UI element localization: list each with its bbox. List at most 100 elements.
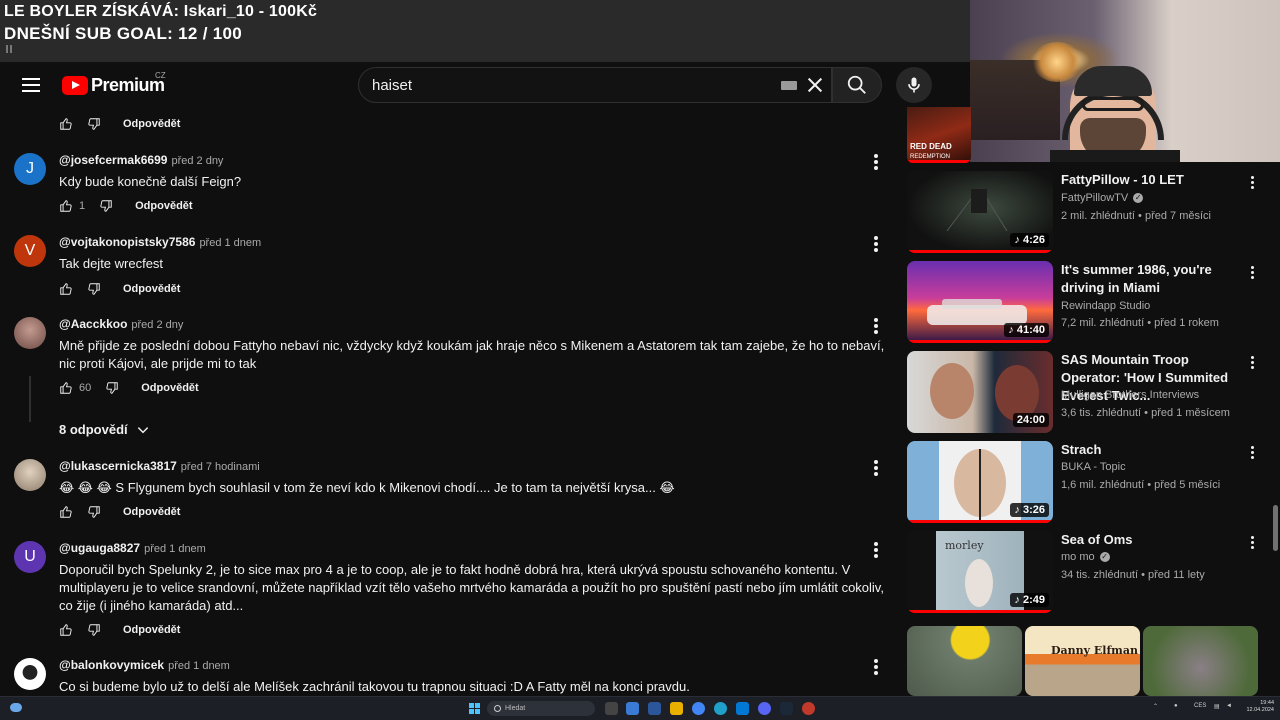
avatar[interactable]: J bbox=[14, 153, 46, 185]
video-thumbnail[interactable]: ♪ 3:26 bbox=[907, 441, 1053, 523]
clear-search-icon[interactable] bbox=[806, 76, 824, 94]
more-actions-icon[interactable] bbox=[873, 153, 879, 171]
discord-icon[interactable] bbox=[758, 702, 771, 715]
avatar[interactable] bbox=[14, 658, 46, 690]
more-actions-icon[interactable] bbox=[873, 658, 879, 676]
avatar[interactable]: U bbox=[14, 541, 46, 573]
video-thumbnail[interactable]: RED DEAD REDEMPTION bbox=[907, 107, 971, 163]
reply-button[interactable]: Odpovědět bbox=[141, 382, 198, 394]
more-actions-icon[interactable] bbox=[1249, 535, 1255, 553]
like-button[interactable] bbox=[59, 623, 73, 637]
steam-icon[interactable] bbox=[780, 702, 793, 715]
search-button[interactable] bbox=[832, 67, 882, 103]
file-explorer-icon[interactable] bbox=[670, 702, 683, 715]
author-name[interactable]: @Aacckkoo bbox=[59, 317, 127, 331]
more-actions-icon[interactable] bbox=[873, 235, 879, 253]
youtube-premium-logo[interactable]: Premium CZ bbox=[62, 71, 166, 96]
like-button[interactable] bbox=[59, 282, 73, 296]
author-name[interactable]: @ugauga8827 bbox=[59, 541, 140, 555]
weather-icon[interactable] bbox=[10, 703, 22, 712]
sidebar-video[interactable]: ♪ 4:26 FattyPillow - 10 LET FattyPillowT… bbox=[907, 171, 1277, 253]
like-button[interactable] bbox=[59, 505, 73, 519]
comment-author[interactable]: @vojtakonopistsky7586 před 1 dnem bbox=[59, 235, 261, 249]
video-channel[interactable]: BUKA - Topic bbox=[1061, 461, 1126, 473]
comment-author[interactable]: @ugauga8827 před 1 dnem bbox=[59, 541, 206, 555]
video-thumbnail[interactable]: 24:00 bbox=[907, 351, 1053, 433]
video-channel[interactable]: Rewindapp Studio bbox=[1061, 300, 1150, 312]
language-indicator[interactable]: CES bbox=[1194, 703, 1206, 709]
video-channel[interactable]: Mulligan Brothers Interviews bbox=[1061, 389, 1199, 401]
reply-button[interactable]: Odpovědět bbox=[123, 283, 180, 295]
comment-time[interactable]: před 1 dnem bbox=[144, 543, 206, 555]
tray-mic-icon[interactable]: ● bbox=[1174, 703, 1178, 709]
dislike-button[interactable] bbox=[87, 505, 101, 519]
avatar[interactable] bbox=[14, 459, 46, 491]
reply-button[interactable]: Odpovědět bbox=[123, 118, 180, 130]
more-actions-icon[interactable] bbox=[873, 541, 879, 559]
page-scrollbar[interactable] bbox=[1273, 505, 1278, 551]
dislike-button[interactable] bbox=[99, 199, 113, 213]
sidebar-video[interactable]: ♪ 41:40 It's summer 1986, you're driving… bbox=[907, 261, 1277, 343]
keyboard-icon[interactable] bbox=[781, 81, 797, 90]
shorts-thumbnail[interactable] bbox=[1143, 626, 1258, 696]
video-title[interactable]: Sea of Oms bbox=[1061, 531, 1241, 549]
like-button[interactable] bbox=[59, 381, 73, 395]
task-view-icon[interactable] bbox=[605, 702, 618, 715]
like-button[interactable] bbox=[59, 117, 73, 131]
shorts-thumbnail[interactable]: Danny Elfman bbox=[1025, 626, 1140, 696]
video-title[interactable]: It's summer 1986, you're driving in Miam… bbox=[1061, 261, 1241, 297]
comment-time[interactable]: před 2 dny bbox=[131, 319, 183, 331]
avatar[interactable] bbox=[14, 317, 46, 349]
more-actions-icon[interactable] bbox=[1249, 175, 1255, 193]
chrome-icon[interactable] bbox=[692, 702, 705, 715]
comment-author[interactable]: @josefcermak6699 před 2 dny bbox=[59, 153, 223, 167]
store-icon[interactable] bbox=[736, 702, 749, 715]
windows-start-icon[interactable] bbox=[469, 703, 480, 714]
sidebar-video[interactable]: morley ♪ 2:49 Sea of Oms mo mo ✓ 34 tis. … bbox=[907, 531, 1277, 613]
author-name[interactable]: @lukascernicka3817 bbox=[59, 459, 177, 473]
author-name[interactable]: @josefcermak6699 bbox=[59, 153, 167, 167]
reply-button[interactable]: Odpovědět bbox=[135, 200, 192, 212]
voice-search-button[interactable] bbox=[896, 67, 932, 103]
author-name[interactable]: @vojtakonopistsky7586 bbox=[59, 235, 195, 249]
widgets-icon[interactable] bbox=[626, 702, 639, 715]
comment-time[interactable]: před 1 dnem bbox=[168, 660, 230, 672]
video-thumbnail[interactable]: ♪ 41:40 bbox=[907, 261, 1053, 343]
tray-chevron-icon[interactable]: ⌃ bbox=[1153, 703, 1158, 710]
replies-toggle-button[interactable]: 8 odpovědí bbox=[59, 422, 150, 437]
more-actions-icon[interactable] bbox=[873, 317, 879, 335]
dislike-button[interactable] bbox=[87, 282, 101, 296]
comment-author[interactable]: @balonkovymicek před 1 dnem bbox=[59, 658, 230, 672]
edge-icon[interactable] bbox=[714, 702, 727, 715]
reply-button[interactable]: Odpovědět bbox=[123, 624, 180, 636]
video-thumbnail[interactable]: ♪ 4:26 bbox=[907, 171, 1053, 253]
video-channel[interactable]: mo mo ✓ bbox=[1061, 551, 1110, 563]
video-channel[interactable]: FattyPillowTV ✓ bbox=[1061, 192, 1144, 204]
author-name[interactable]: @balonkovymicek bbox=[59, 658, 164, 672]
like-button[interactable] bbox=[59, 199, 73, 213]
video-title[interactable]: FattyPillow - 10 LET bbox=[1061, 171, 1241, 189]
volume-icon[interactable]: ◄ bbox=[1226, 703, 1232, 709]
dislike-button[interactable] bbox=[87, 623, 101, 637]
sidebar-video[interactable]: ♪ 3:26 Strach BUKA - Topic 1,6 mil. zhlé… bbox=[907, 441, 1277, 523]
comment-time[interactable]: před 1 dnem bbox=[199, 237, 261, 249]
app-icon[interactable] bbox=[648, 702, 661, 715]
obs-icon[interactable] bbox=[802, 702, 815, 715]
more-actions-icon[interactable] bbox=[1249, 265, 1255, 283]
comment-time[interactable]: před 7 hodinami bbox=[181, 461, 260, 473]
avatar[interactable]: V bbox=[14, 235, 46, 267]
shorts-thumbnail[interactable] bbox=[907, 626, 1022, 696]
comment-author[interactable]: @Aacckkoo před 2 dny bbox=[59, 317, 183, 331]
dislike-button[interactable] bbox=[105, 381, 119, 395]
dislike-button[interactable] bbox=[87, 117, 101, 131]
more-actions-icon[interactable] bbox=[1249, 445, 1255, 463]
taskbar-search[interactable]: Hledat bbox=[487, 701, 595, 716]
network-icon[interactable]: ▤ bbox=[1214, 703, 1220, 710]
taskbar-clock[interactable]: 19:44 12.04.2024 bbox=[1240, 700, 1274, 714]
comment-time[interactable]: před 2 dny bbox=[171, 155, 223, 167]
reply-button[interactable]: Odpovědět bbox=[123, 506, 180, 518]
search-input[interactable] bbox=[372, 68, 772, 102]
sidebar-video[interactable]: 24:00 SAS Mountain Troop Operator: 'How … bbox=[907, 351, 1277, 433]
more-actions-icon[interactable] bbox=[1249, 355, 1255, 373]
comment-author[interactable]: @lukascernicka3817 před 7 hodinami bbox=[59, 459, 260, 473]
